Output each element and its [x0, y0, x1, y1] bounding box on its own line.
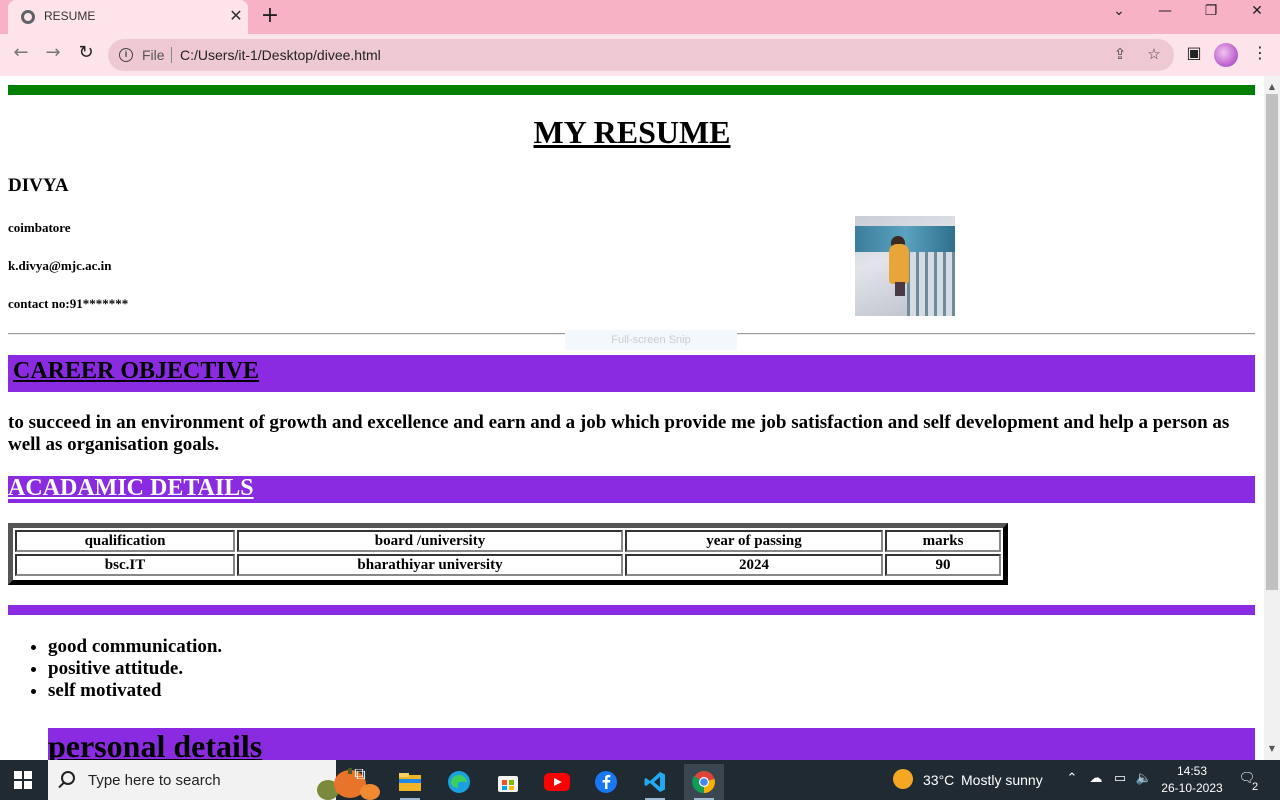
vertical-scrollbar[interactable]: ▲ ▼	[1264, 76, 1280, 760]
vscode-icon[interactable]	[635, 764, 675, 800]
table-header-qualification: qualification	[15, 530, 235, 552]
back-icon[interactable]: ←	[8, 42, 34, 68]
snip-hint: Full-screen Snip	[565, 330, 737, 350]
omnibox-url[interactable]: C:/Users/it-1/Desktop/divee.html	[180, 47, 381, 63]
scroll-down-icon[interactable]: ▼	[1264, 744, 1280, 756]
tab-title: RESUME	[44, 9, 96, 23]
page-viewport: MY RESUME DIVYA coimbatore k.divya@mjc.a…	[0, 76, 1264, 760]
weather-icon[interactable]	[893, 769, 913, 789]
network-icon[interactable]: ▭	[1111, 770, 1129, 788]
clock-date[interactable]: 26-10-2023	[1158, 781, 1226, 795]
table-cell-marks: 90	[885, 554, 1001, 576]
email-text: k.divya@mjc.ac.in	[8, 258, 112, 273]
list-item: good communication.	[48, 636, 222, 658]
globe-icon	[21, 10, 35, 24]
avatar[interactable]	[1214, 43, 1238, 67]
page-title: MY RESUME	[533, 114, 731, 150]
clock-time[interactable]: 14:53	[1162, 764, 1222, 778]
task-view-icon[interactable]: ⧉	[340, 764, 380, 800]
windows-start-icon[interactable]	[14, 771, 32, 789]
chevron-up-icon[interactable]: ⌃	[1063, 770, 1081, 788]
omnibox-scheme: File	[142, 47, 165, 63]
academic-heading: ACADAMIC DETAILS	[8, 475, 254, 501]
chrome-icon[interactable]	[684, 764, 724, 800]
academic-table: qualification board /university year of …	[8, 523, 1008, 585]
table-cell-board: bharathiyar university	[237, 554, 623, 576]
forward-icon[interactable]: →	[40, 42, 66, 68]
personal-heading: personal details	[48, 728, 263, 760]
chevron-down-icon[interactable]: ⌄	[1106, 3, 1132, 29]
restore-icon[interactable]: ❐	[1198, 3, 1224, 29]
omnibox-separator	[171, 47, 172, 63]
reload-icon[interactable]: ↻	[73, 42, 99, 68]
list-item: self motivated	[48, 680, 222, 702]
search-icon	[61, 771, 75, 785]
list-item: positive attitude.	[48, 658, 222, 680]
career-objective-text: to succeed in an environment of growth a…	[8, 412, 1230, 455]
tab-strip: RESUME ✕ + ⌄ — ❐ ✕	[0, 0, 1280, 34]
scroll-up-icon[interactable]: ▲	[1264, 82, 1280, 94]
edge-icon[interactable]	[439, 764, 479, 800]
skills-list: good communication. positive attitude. s…	[48, 636, 222, 702]
career-heading: CAREER OBJECTIVE	[13, 358, 260, 384]
table-header-board: board /university	[237, 530, 623, 552]
close-icon[interactable]: ✕	[226, 6, 246, 26]
table-cell-year: 2024	[625, 554, 883, 576]
weather-text[interactable]: Mostly sunny	[961, 772, 1043, 788]
profile-photo	[855, 216, 955, 316]
file-explorer-icon[interactable]	[390, 764, 430, 800]
volume-icon[interactable]: 🔈	[1135, 770, 1153, 788]
table-header-marks: marks	[885, 530, 1001, 552]
scroll-thumb[interactable]	[1266, 94, 1278, 590]
sidepanel-icon[interactable]: ▣	[1182, 43, 1206, 67]
taskbar-search[interactable]: Type here to search	[48, 760, 380, 800]
share-icon[interactable]: ⇪	[1110, 45, 1130, 65]
taskbar: Type here to search ⧉ 33°C Mostly sunny …	[0, 760, 1280, 800]
address-bar[interactable]: i File C:/Users/it-1/Desktop/divee.html …	[108, 39, 1174, 71]
skills-band	[8, 605, 1255, 615]
cloud-icon[interactable]: ☁	[1087, 770, 1105, 788]
city-text: coimbatore	[8, 220, 71, 235]
star-icon[interactable]: ☆	[1144, 45, 1164, 65]
candidate-name: DIVYA	[8, 175, 69, 196]
youtube-icon[interactable]	[537, 764, 577, 800]
notification-count: 2	[1251, 781, 1259, 793]
table-cell-qualification: bsc.IT	[15, 554, 235, 576]
contact-text: contact no:91*******	[8, 296, 129, 311]
minimize-icon[interactable]: —	[1152, 3, 1178, 29]
window-close-icon[interactable]: ✕	[1244, 3, 1270, 29]
weather-temp[interactable]: 33°C	[923, 772, 954, 788]
green-divider	[8, 85, 1255, 95]
search-placeholder: Type here to search	[88, 772, 221, 789]
info-icon[interactable]: i	[119, 48, 133, 62]
tab-resume[interactable]: RESUME ✕	[8, 0, 248, 34]
plus-icon[interactable]: +	[258, 4, 282, 28]
address-toolbar: ← → ↻ i File C:/Users/it-1/Desktop/divee…	[0, 34, 1280, 76]
menu-icon[interactable]: ⋮	[1248, 43, 1272, 67]
facebook-icon[interactable]	[586, 764, 626, 800]
store-icon[interactable]	[488, 764, 528, 800]
table-header-year: year of passing	[625, 530, 883, 552]
